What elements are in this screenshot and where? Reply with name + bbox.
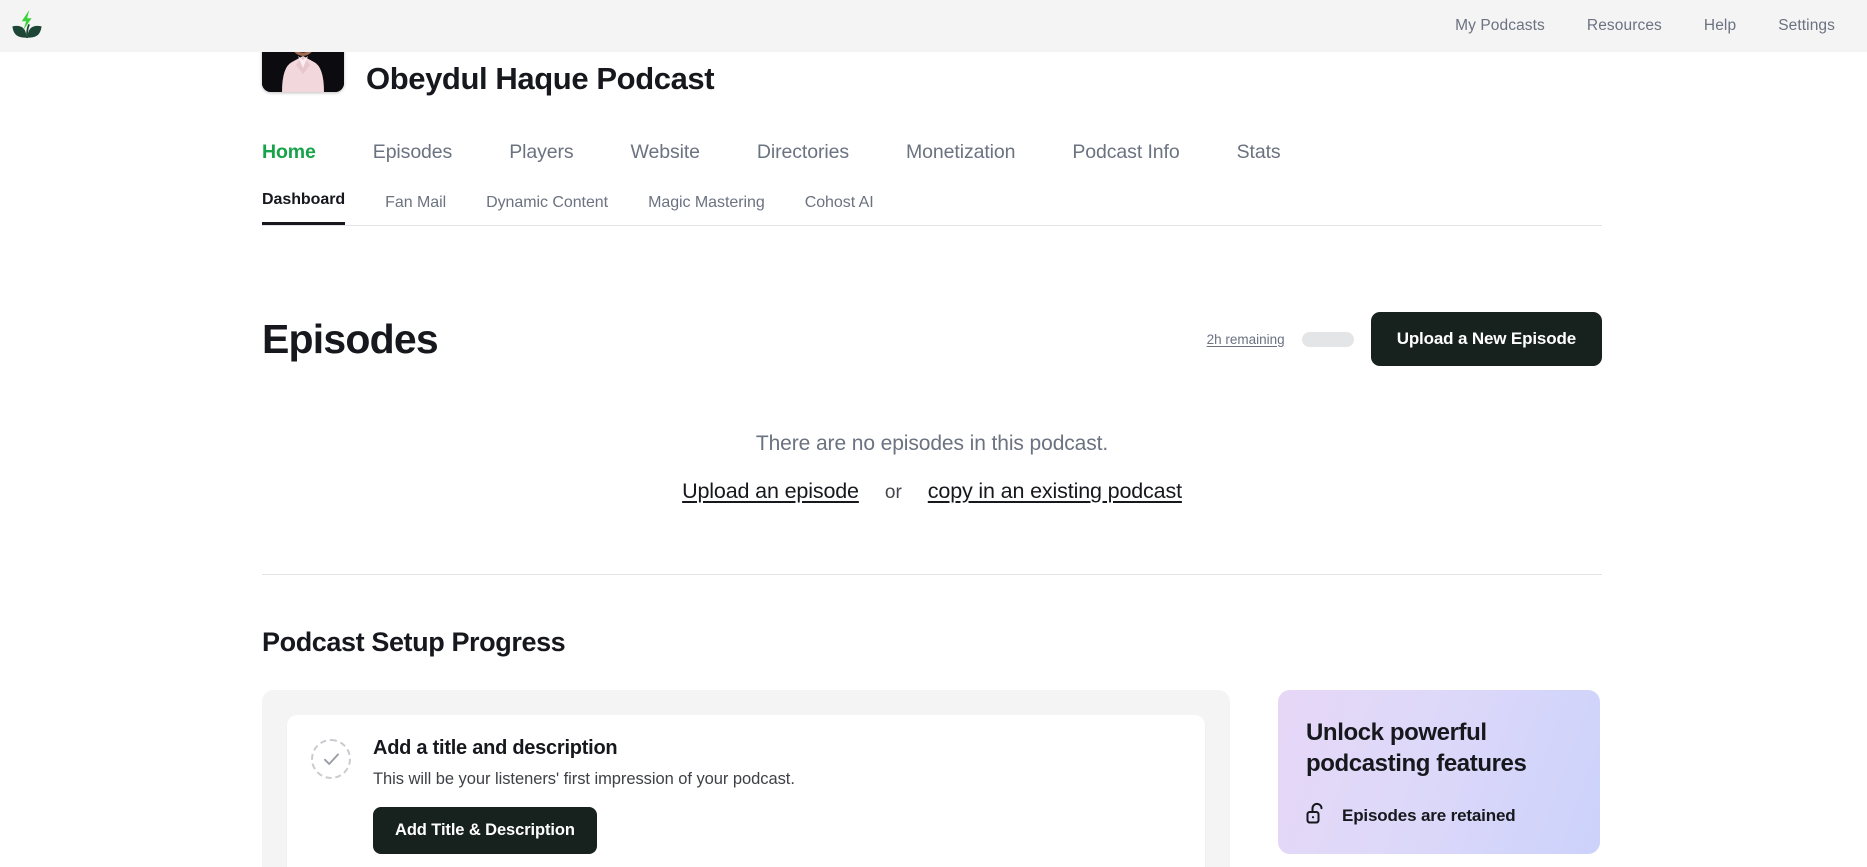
secondary-nav: Dashboard Fan Mail Dynamic Content Magic…	[262, 180, 1602, 226]
setup-task-title: Add a title and description	[373, 737, 618, 759]
setup-progress-heading: Podcast Setup Progress	[262, 627, 566, 657]
nav-item-podcast-info[interactable]: Podcast Info	[1072, 141, 1179, 164]
setup-task-description: This will be your listeners' first impre…	[373, 770, 795, 788]
tab-fan-mail[interactable]: Fan Mail	[385, 194, 446, 225]
utility-nav: My Podcasts Resources Help Settings	[1455, 17, 1867, 35]
tab-dynamic-content[interactable]: Dynamic Content	[486, 194, 608, 225]
setup-task-card[interactable]: Add a title and description This will be…	[287, 715, 1205, 867]
nav-item-home[interactable]: Home	[262, 141, 316, 164]
upload-an-episode-link[interactable]: Upload an episode	[682, 479, 859, 504]
utility-link-settings[interactable]: Settings	[1778, 17, 1835, 35]
upload-new-episode-button[interactable]: Upload a New Episode	[1370, 312, 1602, 366]
setup-progress-panel: Add a title and description This will be…	[262, 690, 1230, 867]
time-remaining-link[interactable]: 2h remaining	[1207, 332, 1285, 347]
promo-feature-item: Episodes are retained	[1306, 801, 1572, 830]
promo-title: Unlock powerful podcasting features	[1306, 719, 1527, 777]
setup-task-body: Add a title and description This will be…	[373, 737, 795, 854]
check-icon	[323, 753, 339, 765]
empty-state-actions: Upload an episode or copy in an existing…	[262, 479, 1602, 504]
episodes-actions: 2h remaining Upload a New Episode	[1207, 312, 1602, 366]
nav-item-episodes[interactable]: Episodes	[373, 141, 453, 164]
utility-link-resources[interactable]: Resources	[1587, 17, 1662, 35]
episodes-header: Episodes 2h remaining Upload a New Episo…	[262, 312, 1602, 366]
section-divider	[262, 574, 1602, 575]
open-padlock-icon	[1306, 803, 1323, 824]
check-circle-dashed-icon	[311, 739, 351, 779]
nav-item-website[interactable]: Website	[631, 141, 700, 164]
top-utility-bar: My Podcasts Resources Help Settings	[0, 0, 1867, 52]
nav-item-stats[interactable]: Stats	[1237, 141, 1281, 164]
setup-progress-row: Add a title and description This will be…	[262, 690, 1602, 867]
episodes-heading: Episodes	[262, 315, 439, 362]
nav-item-monetization[interactable]: Monetization	[906, 141, 1015, 164]
utility-link-my-podcasts[interactable]: My Podcasts	[1455, 17, 1545, 35]
sprout-bolt-icon	[12, 10, 42, 38]
tab-dashboard[interactable]: Dashboard	[262, 191, 345, 225]
copy-existing-podcast-link[interactable]: copy in an existing podcast	[928, 479, 1182, 504]
nav-item-players[interactable]: Players	[509, 141, 573, 164]
upload-quota-bar	[1301, 331, 1354, 347]
podcast-header: Obeydul Haque Podcast	[262, 10, 1602, 118]
unlock-features-promo[interactable]: Unlock powerful podcasting features Epis…	[1278, 690, 1600, 855]
primary-nav: Home Episodes Players Website Directorie…	[262, 118, 1602, 164]
tab-cohost-ai[interactable]: Cohost AI	[805, 194, 874, 225]
add-title-description-button[interactable]: Add Title & Description	[373, 807, 597, 854]
nav-item-directories[interactable]: Directories	[757, 141, 849, 164]
page-title: Obeydul Haque Podcast	[366, 61, 715, 96]
buzzsprout-logo-icon[interactable]	[8, 6, 46, 44]
page-body: Obeydul Haque Podcast Home Episodes Play…	[0, 10, 1867, 867]
promo-feature-label: Episodes are retained	[1342, 805, 1516, 825]
tab-magic-mastering[interactable]: Magic Mastering	[648, 194, 765, 225]
empty-state-message: There are no episodes in this podcast.	[755, 432, 1109, 455]
content-column: Obeydul Haque Podcast Home Episodes Play…	[262, 10, 1602, 867]
episodes-empty-state: There are no episodes in this podcast. U…	[262, 432, 1602, 504]
empty-state-separator: or	[884, 482, 902, 503]
unlock-icon	[1306, 801, 1328, 830]
utility-link-help[interactable]: Help	[1704, 17, 1736, 35]
